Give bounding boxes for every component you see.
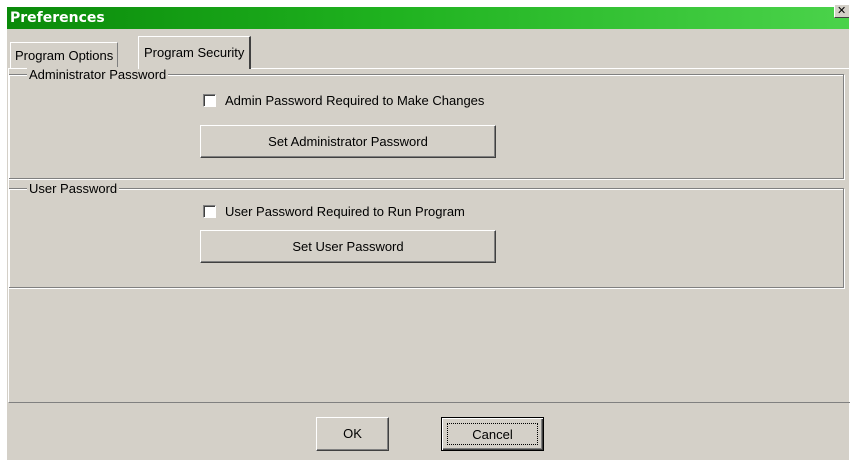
cancel-button[interactable]: Cancel xyxy=(441,417,544,451)
tab-panel-program-security xyxy=(8,68,850,403)
window-title: Preferences xyxy=(10,10,105,26)
ok-button[interactable]: OK xyxy=(316,417,389,451)
user-password-legend: User Password xyxy=(27,181,120,197)
close-button[interactable]: ✕ xyxy=(834,4,850,18)
cancel-button-label: Cancel xyxy=(447,423,538,445)
title-bar[interactable]: Preferences xyxy=(7,7,850,29)
tab-program-security[interactable]: Program Security xyxy=(138,36,252,69)
close-icon: ✕ xyxy=(837,4,847,17)
tab-program-options[interactable]: Program Options xyxy=(10,42,119,68)
administrator-password-legend: Administrator Password xyxy=(27,67,169,83)
